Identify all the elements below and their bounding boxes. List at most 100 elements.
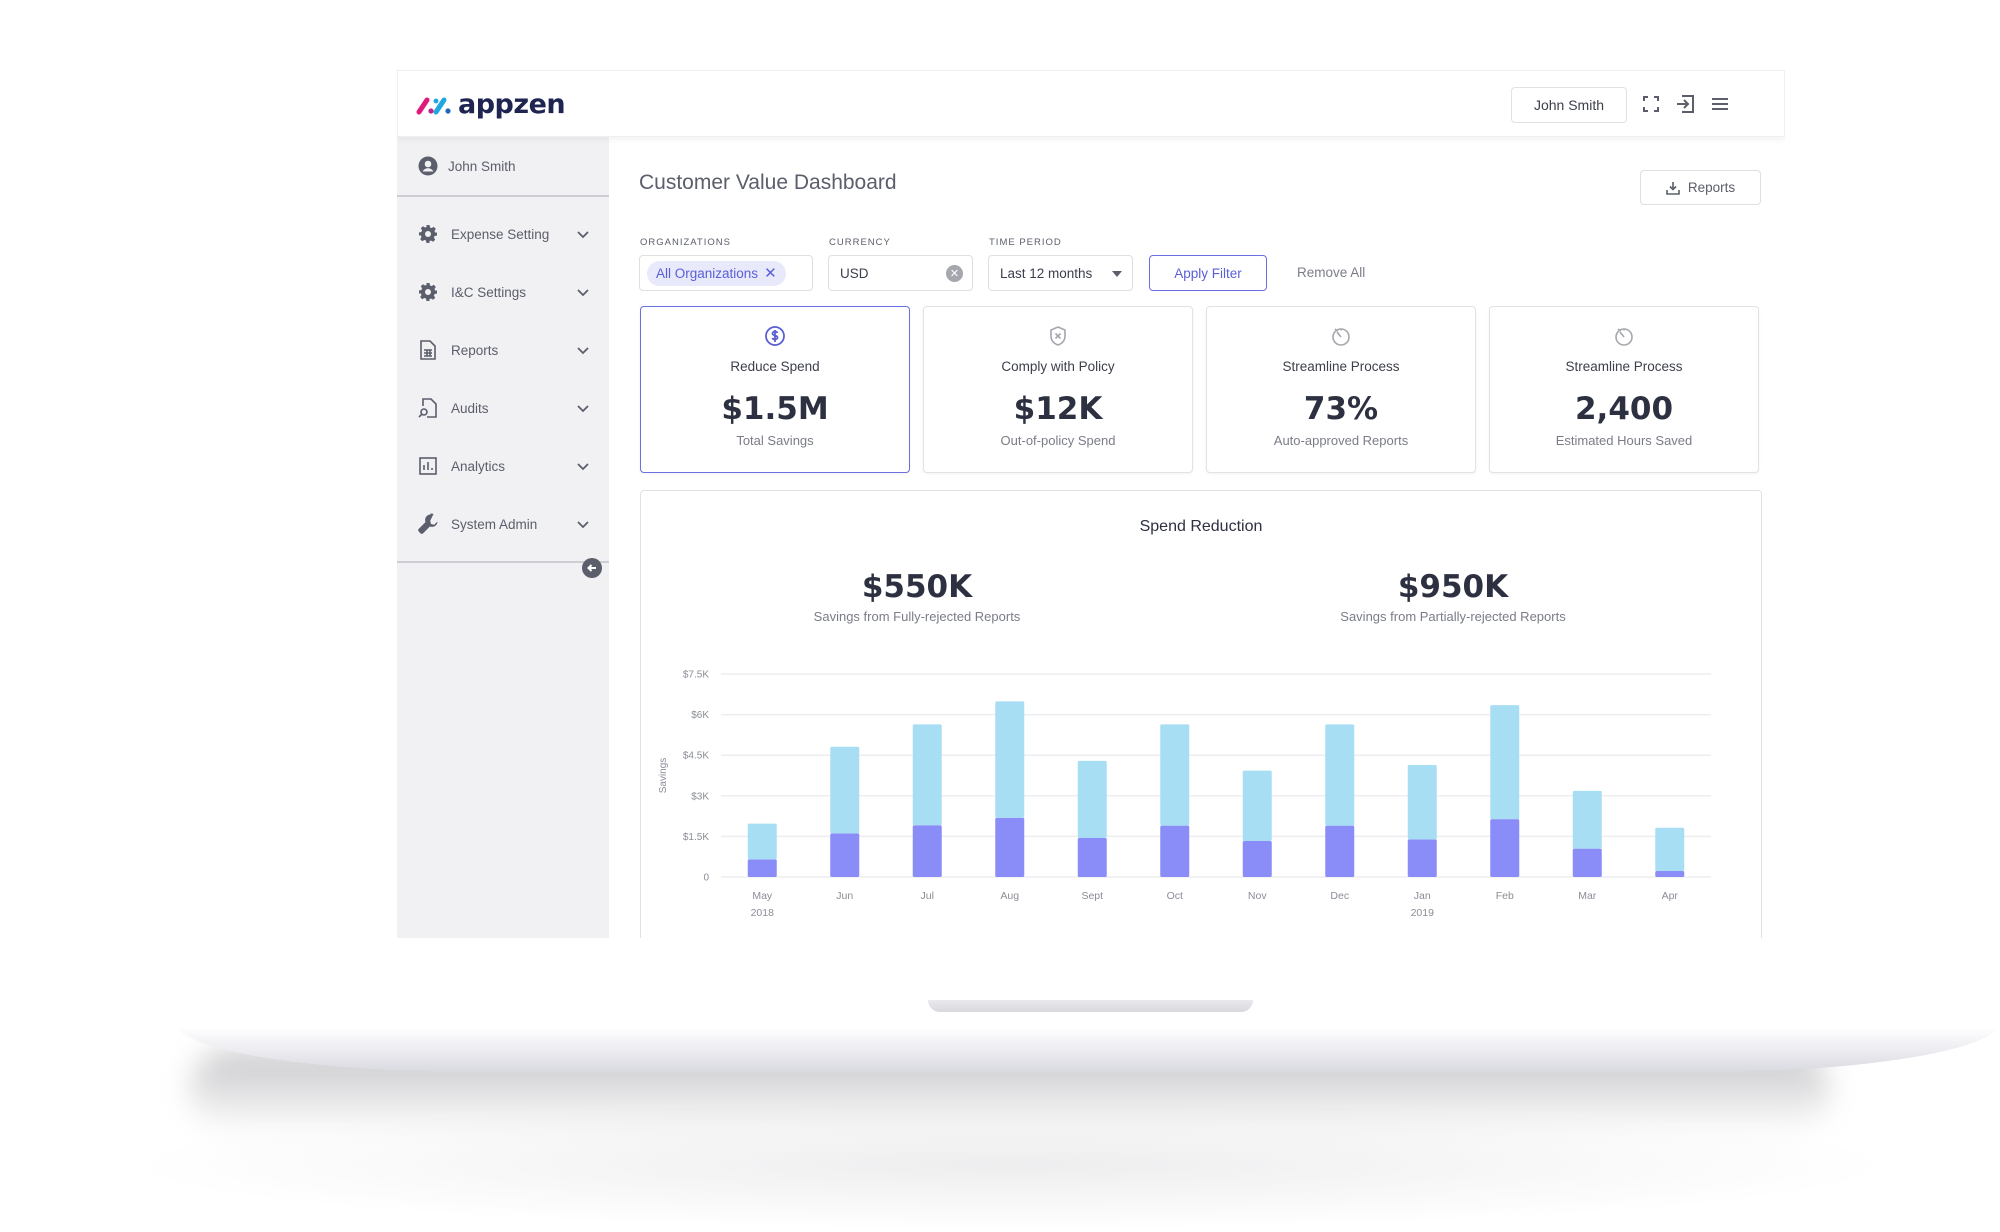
organization-chip[interactable]: All Organizations ✕: [647, 260, 786, 286]
x-tick-label: May: [752, 890, 773, 902]
kpi-title: Reduce Spend: [730, 359, 820, 374]
y-tick-label: $4.5K: [683, 751, 709, 762]
sidebar-item-system-admin[interactable]: System Admin: [397, 495, 609, 553]
bar-segment-partially-rejected: [1325, 724, 1355, 826]
logo-text: appzen: [458, 89, 566, 120]
organizations-label: ORGANIZATIONS: [640, 237, 731, 248]
kpi-value: 2,400: [1574, 391, 1674, 427]
dollar-circle-icon: [765, 326, 785, 346]
time-period-select[interactable]: Last 12 months: [988, 255, 1133, 291]
bar-segment-partially-rejected: [1572, 790, 1602, 849]
main-content: Customer Value Dashboard Reports ORGANIZ…: [609, 137, 1785, 938]
timer-icon: [1615, 328, 1633, 346]
kpi-title: Streamline Process: [1565, 359, 1683, 374]
bar-segment-fully-rejected: [1655, 871, 1685, 877]
bar-segment-fully-rejected: [912, 825, 942, 877]
x-tick-label: Feb: [1496, 890, 1514, 902]
bar-segment-partially-rejected: [1490, 705, 1520, 820]
app-window: appzen John Smith John Smith Expense Set…: [397, 70, 1785, 938]
currency-label: CURRENCY: [829, 237, 891, 248]
chevron-down-icon[interactable]: [575, 400, 591, 416]
apply-filter-button[interactable]: Apply Filter: [1149, 255, 1267, 291]
chevron-down-icon[interactable]: [575, 284, 591, 300]
logout-icon[interactable]: [1674, 93, 1696, 115]
currency-select[interactable]: USD ✕: [828, 255, 973, 291]
sidebar-item-label: Expense Setting: [451, 226, 550, 242]
report-document-icon: [417, 339, 439, 361]
x-tick-label: Apr: [1662, 890, 1679, 902]
clear-icon[interactable]: ✕: [946, 265, 963, 282]
appzen-logo[interactable]: appzen: [416, 89, 566, 120]
bar-segment-fully-rejected: [1407, 839, 1437, 877]
kpi-card-comply-with-policy[interactable]: Comply with Policy $12K Out-of-policy Sp…: [923, 306, 1193, 473]
bar-segment-fully-rejected: [1325, 825, 1355, 877]
menu-icon[interactable]: [1709, 93, 1731, 115]
sidebar-item-analytics[interactable]: Analytics: [397, 437, 609, 495]
fullscreen-icon[interactable]: [1640, 93, 1662, 115]
bar-segment-partially-rejected: [1407, 764, 1437, 840]
chevron-down-icon[interactable]: [575, 226, 591, 242]
gear-icon: [417, 223, 439, 245]
caret-down-icon: [1112, 271, 1122, 277]
user-menu-button[interactable]: John Smith: [1511, 87, 1627, 123]
x-tick-sublabel: 2019: [1411, 907, 1435, 919]
bar-segment-partially-rejected: [747, 823, 777, 860]
spend-reduction-bar-chart: 0 $1.5K $3K $4.5K $6K $7.5K Savings May 2018 Jun J…: [658, 670, 1711, 919]
user-avatar-icon: [418, 156, 438, 176]
collapse-left-arrow-icon: [587, 564, 596, 572]
organizations-select[interactable]: All Organizations ✕: [639, 255, 813, 291]
laptop-notch: [928, 1000, 1253, 1012]
chevron-down-icon[interactable]: [575, 342, 591, 358]
x-tick-label: Mar: [1578, 890, 1597, 902]
chevron-down-icon[interactable]: [575, 516, 591, 532]
sidebar-menu: Expense Setting I&C Settings Reports Aud…: [397, 197, 609, 563]
x-tick-label: Sept: [1081, 890, 1103, 902]
bar-segment-fully-rejected: [830, 833, 860, 877]
kpi-card-hours-saved[interactable]: Streamline Process 2,400 Estimated Hours…: [1489, 306, 1759, 473]
reports-download-button[interactable]: Reports: [1640, 170, 1761, 205]
kpi-title: Streamline Process: [1282, 359, 1400, 374]
sidebar-item-expense-setting[interactable]: Expense Setting: [397, 205, 609, 263]
analytics-chart-icon: [417, 455, 439, 477]
top-header: appzen John Smith: [397, 70, 1785, 137]
sidebar-item-label: Reports: [451, 342, 499, 358]
timer-icon: [1332, 328, 1350, 346]
sidebar-collapse-button[interactable]: [582, 558, 602, 578]
spend-reduction-card: Spend Reduction $550K Savings from Fully…: [640, 490, 1762, 938]
sidebar-item-ic-settings[interactable]: I&C Settings: [397, 263, 609, 321]
remove-all-link[interactable]: Remove All: [1297, 265, 1365, 280]
sidebar-item-reports[interactable]: Reports: [397, 321, 609, 379]
kpi-value: $12K: [1013, 391, 1103, 427]
x-tick-label: Nov: [1248, 890, 1267, 902]
bar-segment-fully-rejected: [1242, 841, 1272, 877]
kpi-title: Comply with Policy: [1001, 359, 1115, 374]
kpi-subtitle: Estimated Hours Saved: [1555, 433, 1693, 448]
chip-remove-icon[interactable]: ✕: [764, 264, 777, 282]
currency-value: USD: [840, 265, 869, 281]
audit-search-icon: [417, 397, 439, 419]
sidebar-item-audits[interactable]: Audits: [397, 379, 609, 437]
bar-segment-fully-rejected: [1077, 838, 1107, 877]
bar-segment-fully-rejected: [747, 859, 777, 877]
bar-segment-partially-rejected: [1655, 827, 1685, 872]
reports-button-label: Reports: [1687, 180, 1736, 195]
x-tick-label: Aug: [1000, 890, 1019, 902]
sidebar-item-label: System Admin: [451, 516, 538, 532]
chevron-down-icon[interactable]: [575, 458, 591, 474]
sidebar-user[interactable]: John Smith: [397, 137, 609, 197]
bar-segment-partially-rejected: [1077, 760, 1107, 839]
kpi-card-auto-approved[interactable]: Streamline Process 73% Auto-approved Rep…: [1206, 306, 1476, 473]
time-period-label: TIME PERIOD: [989, 237, 1062, 248]
bar-segment-fully-rejected: [1572, 848, 1602, 877]
appzen-logo-mark-icon: [416, 97, 451, 114]
kpi-value: $1.5M: [721, 391, 829, 427]
sidebar: John Smith Expense Setting I&C Settings: [397, 137, 609, 938]
download-icon: [1666, 181, 1680, 195]
x-tick-label: Jun: [836, 890, 853, 902]
y-tick-label: $6K: [691, 710, 709, 721]
kpi-subtitle: Out-of-policy Spend: [1000, 433, 1116, 448]
bar-segment-partially-rejected: [912, 724, 942, 826]
gear-icon: [417, 281, 439, 303]
x-tick-label: Jan: [1414, 890, 1431, 902]
kpi-card-reduce-spend[interactable]: Reduce Spend $1.5M Total Savings: [640, 306, 910, 473]
